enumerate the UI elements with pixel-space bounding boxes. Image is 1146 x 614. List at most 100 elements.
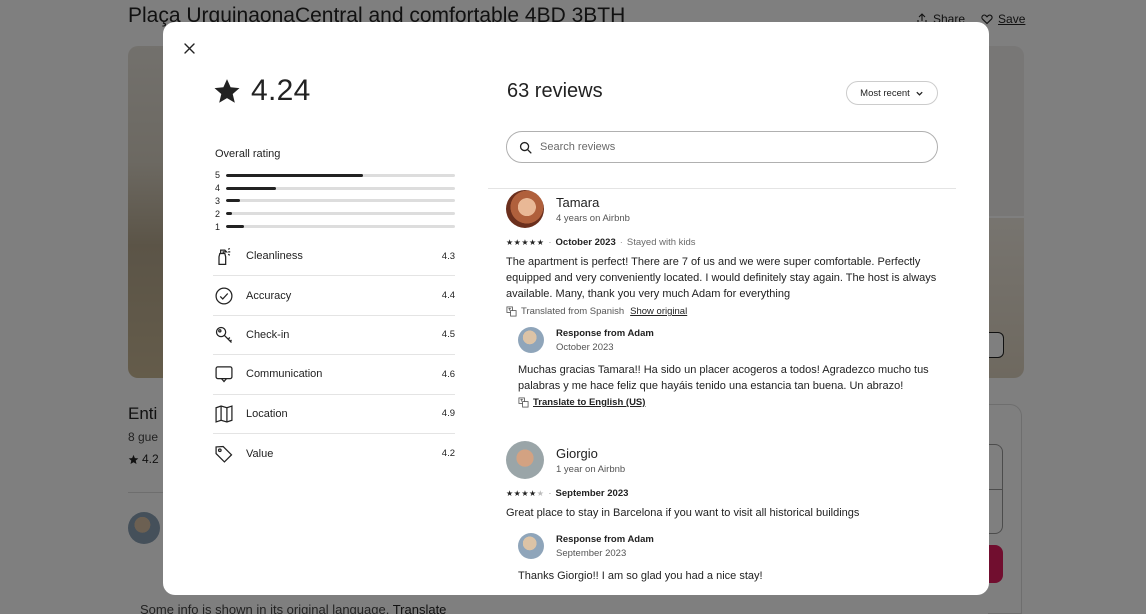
response-date: September 2023 bbox=[556, 547, 627, 559]
review-meta: ★★★★★ · October 2023 · Stayed with kids bbox=[506, 237, 946, 248]
category-value: 4.6 bbox=[441, 368, 455, 380]
reviewer-info: Tamara 4 years on Airbnb bbox=[556, 195, 630, 224]
star-icon bbox=[214, 79, 240, 103]
rating-bar-3: 3 bbox=[215, 195, 455, 208]
rating-summary: 4.24 bbox=[213, 74, 311, 108]
review-stars: ★★★★★ bbox=[506, 238, 545, 247]
response-text: Muchas gracias Tamara!! Ha sido un place… bbox=[518, 364, 929, 392]
message-icon bbox=[213, 363, 235, 385]
reviewer-header: Tamara 4 years on Airbnb bbox=[506, 190, 946, 228]
separator-dot: · bbox=[619, 237, 623, 248]
reviewer-tenure: 1 year on Airbnb bbox=[556, 463, 626, 475]
category-value: Value 4.2 bbox=[213, 434, 455, 473]
host-avatar[interactable] bbox=[518, 327, 544, 353]
category-cleanliness: Cleanliness 4.3 bbox=[213, 237, 455, 277]
translate-icon bbox=[506, 306, 517, 317]
review-date: September 2023 bbox=[555, 488, 629, 499]
reviewer-avatar[interactable] bbox=[506, 441, 544, 479]
rating-bar-fill bbox=[226, 212, 232, 216]
reviewer-avatar[interactable] bbox=[506, 190, 544, 228]
response-translate: Translate to English (US) bbox=[518, 397, 946, 408]
review-stars: ★★★★★ bbox=[506, 489, 545, 498]
search-reviews-box[interactable] bbox=[506, 131, 938, 163]
check-circle-icon bbox=[213, 285, 235, 307]
tag-icon bbox=[213, 443, 235, 465]
translate-to-english-link[interactable]: Translate to English (US) bbox=[533, 397, 645, 408]
review-text: The apartment is perfect! There are 7 of… bbox=[506, 256, 937, 300]
host-response: Response from Adam October 2023 Muchas g… bbox=[518, 327, 946, 408]
response-text: Thanks Giorgio!! I am so glad you had a … bbox=[518, 570, 763, 582]
chevron-down-icon bbox=[916, 91, 923, 96]
review-item: Tamara 4 years on Airbnb ★★★★★ · October… bbox=[506, 190, 946, 408]
category-name: Location bbox=[246, 407, 288, 420]
category-accuracy: Accuracy 4.4 bbox=[213, 276, 455, 316]
response-from: Response from Adam bbox=[556, 533, 654, 545]
key-icon bbox=[213, 324, 235, 346]
category-name: Check-in bbox=[246, 328, 290, 341]
spray-bottle-icon bbox=[213, 245, 235, 267]
rating-distribution: 5 4 3 2 1 bbox=[215, 169, 455, 233]
separator-dot: · bbox=[548, 488, 552, 499]
rating-bar-star: 4 bbox=[215, 183, 221, 194]
response-from: Response from Adam bbox=[556, 327, 654, 339]
response-info: Response from Adam October 2023 bbox=[556, 328, 654, 353]
category-value: 4.2 bbox=[441, 448, 455, 460]
response-date: October 2023 bbox=[556, 341, 614, 353]
rating-bar-star: 3 bbox=[215, 195, 221, 206]
category-check-in: Check-in 4.5 bbox=[213, 316, 455, 356]
show-original-link[interactable]: Show original bbox=[630, 306, 687, 317]
response-info: Response from Adam September 2023 bbox=[556, 534, 654, 559]
review-text: Great place to stay in Barcelona if you … bbox=[506, 507, 860, 519]
rating-bar-fill bbox=[226, 173, 364, 177]
rating-bar-star: 2 bbox=[215, 208, 221, 219]
rating-bar-4: 4 bbox=[215, 182, 455, 195]
reviews-modal: 4.24 Overall rating 5 4 3 2 1 Cleanlines… bbox=[163, 22, 989, 595]
separator-dot: · bbox=[548, 237, 552, 248]
category-value: 4.9 bbox=[441, 408, 455, 420]
close-button[interactable] bbox=[179, 38, 199, 58]
category-name: Communication bbox=[246, 368, 323, 381]
review-meta: ★★★★★ · September 2023 bbox=[506, 488, 946, 499]
host-avatar[interactable] bbox=[518, 533, 544, 559]
rating-bar-5: 5 bbox=[215, 169, 455, 182]
reviewer-header: Giorgio 1 year on Airbnb bbox=[506, 441, 946, 479]
rating-bar-fill bbox=[226, 186, 277, 190]
reviewer-tenure: 4 years on Airbnb bbox=[556, 212, 630, 224]
search-reviews-input[interactable] bbox=[540, 141, 920, 153]
search-icon bbox=[519, 141, 532, 154]
close-icon bbox=[183, 42, 195, 54]
category-value: 4.3 bbox=[441, 250, 455, 262]
translation-note: Translated from Spanish Show original bbox=[506, 306, 946, 317]
reviewer-info: Giorgio 1 year on Airbnb bbox=[556, 446, 625, 475]
sort-dropdown[interactable]: Most recent bbox=[846, 81, 938, 105]
category-name: Accuracy bbox=[246, 289, 292, 302]
reviewer-name: Tamara bbox=[556, 194, 600, 210]
category-value: 4.5 bbox=[441, 329, 455, 341]
category-ratings: Cleanliness 4.3 Accuracy 4.4 Check-in 4.… bbox=[213, 237, 455, 473]
rating-bar-2: 2 bbox=[215, 207, 455, 220]
reviewer-name: Giorgio bbox=[556, 445, 598, 461]
overall-rating-label: Overall rating bbox=[215, 148, 281, 160]
category-name: Cleanliness bbox=[246, 250, 303, 263]
category-communication: Communication 4.6 bbox=[213, 355, 455, 395]
rating-bar-fill bbox=[226, 199, 240, 203]
rating-bar-1: 1 bbox=[215, 220, 455, 233]
rating-bar-star: 5 bbox=[215, 170, 221, 181]
translated-from-text: Translated from Spanish bbox=[521, 306, 625, 317]
category-name: Value bbox=[246, 447, 274, 460]
translate-icon bbox=[518, 397, 529, 408]
category-value: 4.4 bbox=[441, 290, 455, 302]
rating-bar-fill bbox=[226, 225, 245, 229]
host-response: Response from Adam September 2023 Thanks… bbox=[518, 533, 946, 584]
category-location: Location 4.9 bbox=[213, 395, 455, 434]
divider bbox=[488, 188, 956, 189]
map-icon bbox=[213, 403, 235, 425]
reviews-count-heading: 63 reviews bbox=[507, 80, 603, 102]
overall-rating-value: 4.24 bbox=[251, 74, 311, 107]
sort-label: Most recent bbox=[860, 87, 910, 99]
rating-bar-star: 1 bbox=[215, 221, 221, 232]
response-header: Response from Adam September 2023 bbox=[518, 533, 946, 559]
review-stay-type: Stayed with kids bbox=[626, 237, 696, 248]
review-date: October 2023 bbox=[555, 237, 616, 248]
response-header: Response from Adam October 2023 bbox=[518, 327, 946, 353]
